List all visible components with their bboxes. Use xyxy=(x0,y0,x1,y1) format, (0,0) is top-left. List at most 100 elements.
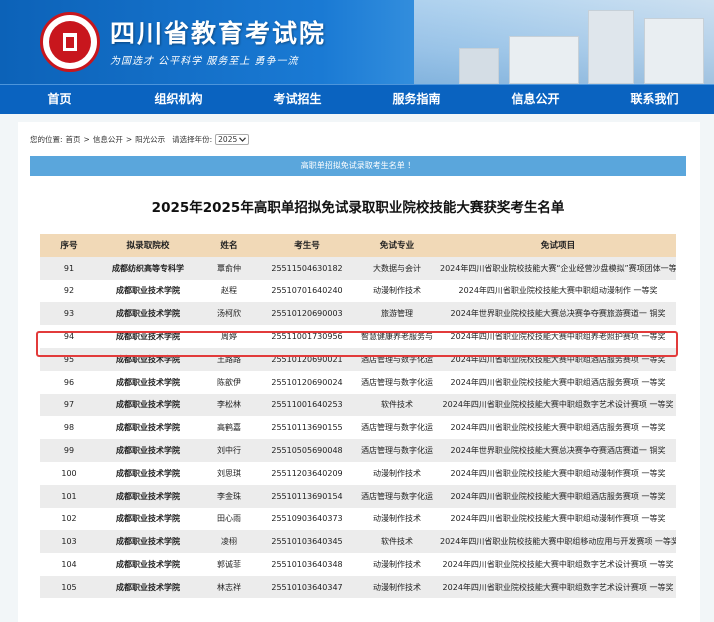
cell-exam-id: 25510103640345 xyxy=(260,530,354,554)
table-row: 103 成都职业技术学院 凌栩 25510103640345 软件技术 2024年四川省职… xyxy=(40,530,676,554)
cell-project: 2024年世界职业院校技能大赛总决赛争夺赛旅游赛道一 铜奖 xyxy=(440,302,676,326)
cell-index: 98 xyxy=(40,416,98,440)
cell-name: 刘思琪 xyxy=(198,461,260,485)
cell-exam-id: 25510903640373 xyxy=(260,507,354,531)
cell-name: 赵程 xyxy=(198,279,260,303)
cell-project: 2024年四川省职业院校技能大赛中职组酒店服务赛项 一等奖 xyxy=(440,484,676,508)
results-table: 序号 拟录取院校 姓名 考生号 免试专业 免试项目 91 成都纺织高等专科学 覃俞仲… xyxy=(40,234,676,598)
cell-school: 成都职业技术学院 xyxy=(98,325,198,348)
table-row: 100 成都职业技术学院 刘思琪 25511203640209 动漫制作技术 2024年四… xyxy=(40,461,676,485)
year-select[interactable]: 2025 xyxy=(215,134,250,145)
site-logo-icon[interactable] xyxy=(40,12,100,72)
cell-name: 陈歆伊 xyxy=(198,370,260,394)
nav-item-service-guide[interactable]: 服务指南 xyxy=(357,85,476,114)
table-row: 91 成都纺织高等专科学 覃俞仲 25511504630182 大数据与会计 2024年四… xyxy=(40,256,676,280)
cell-school: 成都职业技术学院 xyxy=(98,302,198,326)
cell-school: 成都职业技术学院 xyxy=(98,530,198,554)
cell-index: 103 xyxy=(40,530,98,554)
breadcrumb-home[interactable]: 首页 xyxy=(66,134,81,145)
table-row: 93 成都职业技术学院 汤柯欣 25510120690003 旅游管理 2024年世界职业… xyxy=(40,302,676,326)
table-row: 98 成都职业技术学院 高鹤嘉 25510113690155 酒店管理与数字化运 2024… xyxy=(40,416,676,440)
cell-project: 2024年四川省职业院校技能大赛中职组酒店服务赛项 一等奖 xyxy=(440,416,676,440)
cell-name: 凌栩 xyxy=(198,530,260,554)
table-row: 101 成都职业技术学院 李金珠 25510113690154 酒店管理与数字化运 202… xyxy=(40,484,676,508)
cell-exam-id: 25510103640347 xyxy=(260,575,354,598)
cell-school: 成都职业技术学院 xyxy=(98,439,198,462)
cell-project: 2024年四川省职业院校技能大赛中职组数字艺术设计赛项 一等奖 xyxy=(440,393,676,417)
cell-index: 96 xyxy=(40,370,98,394)
cell-school: 成都职业技术学院 xyxy=(98,553,198,576)
cell-major: 大数据与会计 xyxy=(354,256,440,280)
table-row: 99 成都职业技术学院 刘中行 25510505690048 酒店管理与数字化运 2024… xyxy=(40,439,676,462)
cell-school: 成都职业技术学院 xyxy=(98,484,198,508)
cell-major: 动漫制作技术 xyxy=(354,507,440,531)
cell-project: 2024年四川省职业院校技能大赛“企业经营沙盘模拟”赛项团体一等 xyxy=(440,256,676,280)
cell-major: 动漫制作技术 xyxy=(354,553,440,576)
cell-project: 2024年四川省职业院校技能大赛中职组酒店服务赛项 一等奖 xyxy=(440,370,676,394)
table-row: 95 成都职业技术学院 王路路 25510120690021 酒店管理与数字化运 2024… xyxy=(40,347,676,371)
cell-exam-id: 25510701640240 xyxy=(260,279,354,303)
table-row: 92 成都职业技术学院 赵程 25510701640240 动漫制作技术 2024年四川省… xyxy=(40,279,676,303)
cell-name: 刘中行 xyxy=(198,439,260,462)
cell-index: 95 xyxy=(40,347,98,371)
nav-item-contact[interactable]: 联系我们 xyxy=(595,85,714,114)
cell-exam-id: 25510120690021 xyxy=(260,347,354,371)
cell-project: 2024年四川省职业院校技能大赛中职组动漫制作赛项 一等奖 xyxy=(440,507,676,531)
breadcrumb-info[interactable]: 信息公开 xyxy=(93,134,123,145)
nav-item-organization[interactable]: 组织机构 xyxy=(119,85,238,114)
chevron-down-icon xyxy=(239,137,247,142)
table-row: 94 成都职业技术学院 周婷 25511001730956 智慧健康养老服务与 2024年… xyxy=(40,325,676,348)
table-header-row: 序号 拟录取院校 姓名 考生号 免试专业 免试项目 xyxy=(40,234,676,257)
cell-school: 成都职业技术学院 xyxy=(98,575,198,598)
cell-project: 2024年四川省职业院校技能大赛中职组数字艺术设计赛项 一等奖 xyxy=(440,553,676,576)
cell-name: 李松林 xyxy=(198,393,260,417)
cell-major: 软件技术 xyxy=(354,393,440,417)
cell-school: 成都职业技术学院 xyxy=(98,416,198,440)
year-select-label: 请选择年份: xyxy=(172,135,213,144)
cell-name: 汤柯欣 xyxy=(198,302,260,326)
main-nav: 首页 组织机构 考试招生 服务指南 信息公开 联系我们 xyxy=(0,84,714,114)
col-header-name: 姓名 xyxy=(198,234,260,257)
cell-name: 田心雨 xyxy=(198,507,260,531)
site-title[interactable]: 四川省教育考试院 xyxy=(110,14,326,50)
page-title: 2025年2025年高职单招拟免试录取职业院校技能大赛获奖考生名单 xyxy=(151,200,565,216)
cell-major: 酒店管理与数字化运 xyxy=(354,370,440,394)
cell-project: 2024年四川省职业院校技能大赛中职组养老照护赛项 一等奖 xyxy=(440,325,676,348)
cell-major: 动漫制作技术 xyxy=(354,575,440,598)
results-table-container[interactable]: 序号 拟录取院校 姓名 考生号 免试专业 免试项目 91 成都纺织高等专科学 覃俞仲… xyxy=(40,234,676,598)
cell-index: 100 xyxy=(40,461,98,485)
cell-major: 动漫制作技术 xyxy=(354,461,440,485)
cell-index: 93 xyxy=(40,302,98,326)
table-row: 102 成都职业技术学院 田心雨 25510903640373 动漫制作技术 2024年四… xyxy=(40,507,676,531)
cell-name: 李金珠 xyxy=(198,484,260,508)
cell-index: 97 xyxy=(40,393,98,417)
cell-school: 成都职业技术学院 xyxy=(98,393,198,417)
cell-index: 104 xyxy=(40,553,98,576)
nav-item-information[interactable]: 信息公开 xyxy=(476,85,595,114)
cell-major: 酒店管理与数字化运 xyxy=(354,416,440,440)
nav-item-home[interactable]: 首页 xyxy=(0,85,119,114)
cell-school: 成都职业技术学院 xyxy=(98,370,198,394)
cell-exam-id: 25510113690154 xyxy=(260,484,354,508)
site-header: 四川省教育考试院 为国选才 公平科学 服务至上 勇争一流 xyxy=(0,0,714,84)
cell-major: 酒店管理与数字化运 xyxy=(354,439,440,462)
col-header-major: 免试专业 xyxy=(354,234,440,257)
cell-name: 高鹤嘉 xyxy=(198,416,260,440)
cell-project: 2024年四川省职业院校技能大赛中职组移动应用与开发赛项 一等奖 xyxy=(440,530,676,554)
col-header-exam-id: 考生号 xyxy=(260,234,354,257)
breadcrumb-prefix: 您的位置: xyxy=(30,135,63,144)
breadcrumb-sunshine[interactable]: 阳光公示 xyxy=(135,134,165,145)
cell-major: 软件技术 xyxy=(354,530,440,554)
cell-name: 郭诚菲 xyxy=(198,553,260,576)
cell-major: 酒店管理与数字化运 xyxy=(354,347,440,371)
notice-bar[interactable]: 高职单招拟免试录取考生名单 ！ xyxy=(30,156,686,176)
cell-name: 覃俞仲 xyxy=(198,256,260,280)
nav-item-admissions[interactable]: 考试招生 xyxy=(238,85,357,114)
cell-name: 周婷 xyxy=(198,325,260,348)
cell-index: 105 xyxy=(40,575,98,598)
cell-index: 91 xyxy=(40,256,98,280)
cell-major: 旅游管理 xyxy=(354,302,440,326)
cell-school: 成都纺织高等专科学 xyxy=(98,256,198,280)
breadcrumb: 您的位置: 首页 > 信息公开 > 阳光公示 请选择年份: 2025 xyxy=(30,134,250,145)
cell-exam-id: 25511001730956 xyxy=(260,325,354,348)
